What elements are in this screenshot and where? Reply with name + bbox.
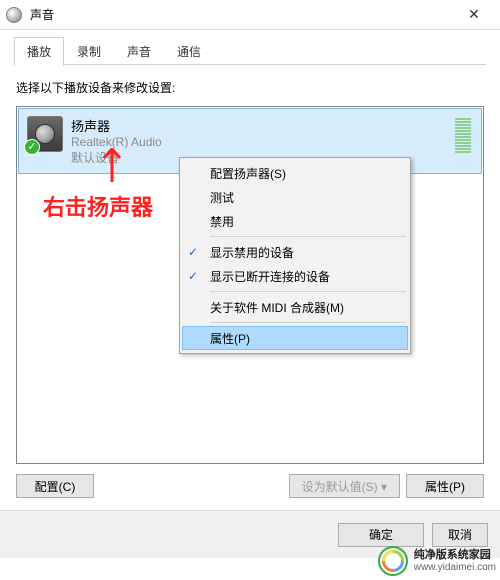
tab-strip: 播放 录制 声音 通信 [0, 30, 500, 65]
tab-sounds[interactable]: 声音 [114, 37, 164, 65]
configure-button[interactable]: 配置(C) [16, 474, 94, 498]
ok-button[interactable]: 确定 [338, 523, 424, 547]
menu-properties[interactable]: 属性(P) [182, 326, 408, 350]
menu-disable[interactable]: 禁用 [182, 209, 408, 233]
device-buttons-row: 配置(C) 设为默认值(S) ▾ 属性(P) [16, 474, 484, 498]
speaker-icon: ✓ [27, 116, 63, 152]
tab-content: 选择以下播放设备来修改设置: ✓ 扬声器 Realtek(R) Audio 默认… [0, 65, 500, 498]
menu-separator [210, 322, 406, 323]
level-meter [453, 118, 473, 154]
device-name: 扬声器 [71, 116, 447, 135]
menu-label: 显示已断开连接的设备 [210, 268, 330, 285]
menu-label: 显示禁用的设备 [210, 244, 294, 261]
menu-separator [210, 236, 406, 237]
menu-about-midi[interactable]: 关于软件 MIDI 合成器(M) [182, 295, 408, 319]
device-list[interactable]: ✓ 扬声器 Realtek(R) Audio 默认设备 右击扬声器 配置扬声器(… [16, 106, 484, 464]
titlebar: 声音 ✕ [0, 0, 500, 30]
menu-show-disconnected[interactable]: ✓ 显示已断开连接的设备 [182, 264, 408, 288]
cancel-button[interactable]: 取消 [432, 523, 488, 547]
tab-communications[interactable]: 通信 [164, 37, 214, 65]
watermark-name: 纯净版系统家园 [414, 549, 496, 561]
watermark-logo-icon [378, 546, 408, 576]
check-icon: ✓ [188, 245, 198, 259]
annotation-callout: 右击扬声器 [43, 190, 153, 222]
menu-separator [210, 291, 406, 292]
watermark-url: www.yidaimei.com [414, 562, 496, 573]
device-vendor: Realtek(R) Audio [71, 135, 447, 149]
sound-icon [6, 7, 22, 23]
close-button[interactable]: ✕ [454, 6, 494, 23]
tab-playback[interactable]: 播放 [14, 37, 64, 66]
tab-recording[interactable]: 录制 [64, 37, 114, 65]
context-menu: 配置扬声器(S) 测试 禁用 ✓ 显示禁用的设备 ✓ 显示已断开连接的设备 关于… [179, 157, 411, 354]
window-title: 声音 [30, 6, 454, 23]
set-default-button[interactable]: 设为默认值(S) ▾ [289, 474, 400, 498]
menu-show-disabled[interactable]: ✓ 显示禁用的设备 [182, 240, 408, 264]
watermark: 纯净版系统家园 www.yidaimei.com [378, 546, 496, 576]
properties-button[interactable]: 属性(P) [406, 474, 484, 498]
default-check-icon: ✓ [24, 139, 40, 155]
check-icon: ✓ [188, 269, 198, 283]
instruction-text: 选择以下播放设备来修改设置: [16, 79, 484, 96]
menu-test[interactable]: 测试 [182, 185, 408, 209]
annotation-label: 右击扬声器 [43, 195, 153, 220]
menu-configure-speakers[interactable]: 配置扬声器(S) [182, 161, 408, 185]
